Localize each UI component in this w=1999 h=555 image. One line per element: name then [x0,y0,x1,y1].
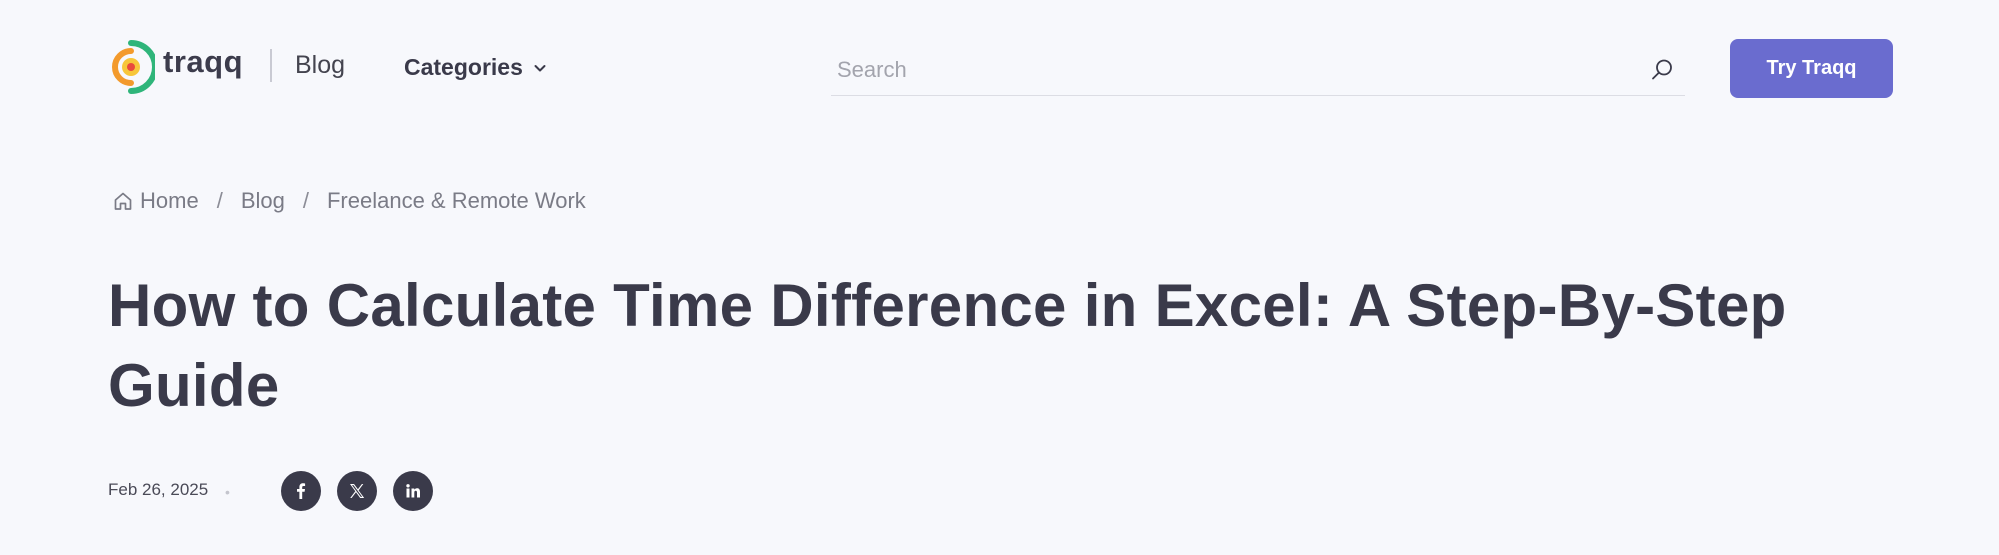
breadcrumb-home[interactable]: Home [112,188,199,214]
share-linkedin-button[interactable] [393,471,433,511]
linkedin-icon [406,484,420,498]
x-icon [350,484,365,498]
breadcrumb-separator: / [302,188,309,213]
share-facebook-button[interactable] [281,471,321,511]
site-header: traqq Blog Categories Try Traqq [0,0,1999,135]
brand-divider [270,49,272,82]
home-icon [114,192,132,210]
categories-label: Categories [404,54,523,80]
breadcrumb-home-label: Home [140,188,199,213]
chevron-down-icon [534,64,546,71]
categories-dropdown[interactable]: Categories [404,54,547,81]
facebook-icon [297,483,306,499]
breadcrumb-separator: / [216,188,223,213]
breadcrumb-category[interactable]: Freelance & Remote Work [327,188,586,214]
article-date: Feb 26, 2025 [108,480,209,499]
try-traqq-button[interactable]: Try Traqq [1730,39,1893,98]
breadcrumb: Home / Blog / Freelance & Remote Work [112,188,586,214]
traqq-logo-icon[interactable] [107,37,155,97]
blog-label[interactable]: Blog [295,51,345,80]
share-x-button[interactable] [337,471,377,511]
brand-name[interactable]: traqq [163,44,243,80]
search-icon[interactable] [1648,56,1676,84]
page: traqq Blog Categories Try Traqq Home / B… [0,0,1999,555]
breadcrumb-blog[interactable]: Blog [241,188,285,214]
article-title: How to Calculate Time Difference in Exce… [108,272,1787,419]
search-input[interactable] [837,54,1617,86]
search-bar [831,48,1685,96]
meta-dot: • [225,484,230,500]
